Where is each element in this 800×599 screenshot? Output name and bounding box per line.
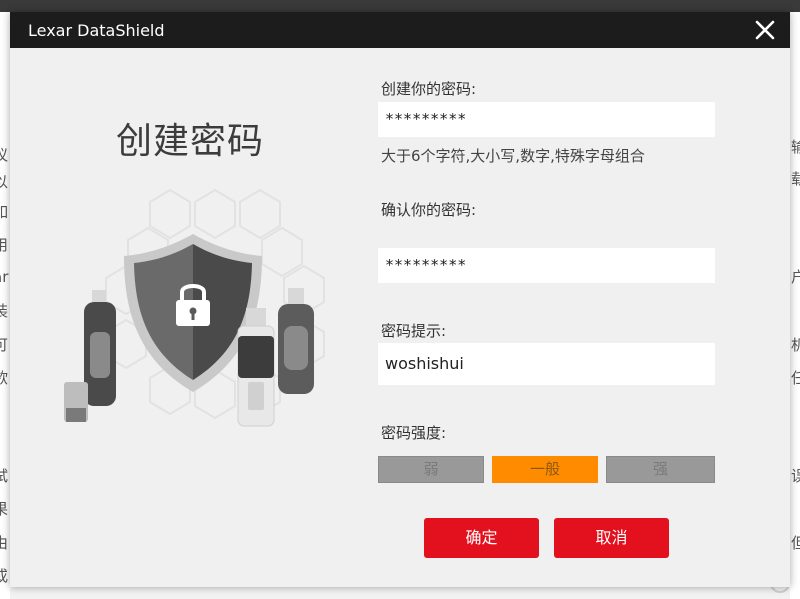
close-icon[interactable] (752, 17, 778, 43)
security-illustration (50, 182, 350, 432)
bg-text: 以 (0, 173, 9, 191)
create-password-input[interactable]: ********* (378, 102, 715, 137)
bg-text: 欲 (0, 369, 9, 387)
bg-text: 机 (791, 336, 800, 354)
background-left-text: 议 以 如 用 ar 装 可 欲 试 果 由 或 (0, 12, 10, 599)
background-right-text: 输 载 户 机 任 误 但 (790, 12, 800, 599)
password-hint-label: 密码提示: (381, 322, 447, 340)
bg-text: 但 (791, 534, 800, 552)
bg-text: 任 (791, 369, 800, 387)
bg-text: 输 (791, 138, 800, 156)
password-requirements-text: 大于6个字符,大小写,数字,特殊字母组合 (381, 147, 645, 165)
cancel-button[interactable]: 取消 (554, 518, 669, 558)
bg-text: ar (0, 268, 9, 286)
confirm-button[interactable]: 确定 (424, 518, 539, 558)
bg-text: 户 (791, 268, 800, 286)
bg-text: 议 (0, 146, 9, 164)
bg-text: 如 (0, 203, 9, 221)
strength-strong: 强 (606, 456, 715, 483)
bg-text: 试 (0, 467, 9, 485)
dialog-titlebar: Lexar DataShield (10, 12, 790, 48)
create-password-dialog: Lexar DataShield 创建密码 创建你的密码: ********* … (10, 12, 790, 587)
bg-text: 载 (791, 170, 800, 188)
bg-text: 可 (0, 336, 9, 354)
bg-text: 误 (791, 467, 800, 485)
bg-text: 果 (0, 500, 9, 518)
strength-weak: 弱 (378, 456, 484, 483)
hero-title: 创建密码 (116, 121, 265, 162)
dialog-title: Lexar DataShield (28, 21, 165, 40)
strength-medium: 一般 (492, 456, 598, 483)
create-password-label: 创建你的密码: (381, 80, 477, 98)
bg-text: 用 (0, 236, 9, 254)
bg-text: 或 (0, 567, 9, 585)
bg-text: 由 (0, 534, 9, 552)
password-hint-input[interactable]: woshishui (378, 343, 715, 385)
password-strength-label: 密码强度: (381, 424, 447, 442)
background-topbar (0, 0, 800, 12)
bg-text: 装 (0, 302, 9, 320)
confirm-password-input[interactable]: ********* (378, 248, 715, 283)
confirm-password-label: 确认你的密码: (381, 201, 477, 219)
